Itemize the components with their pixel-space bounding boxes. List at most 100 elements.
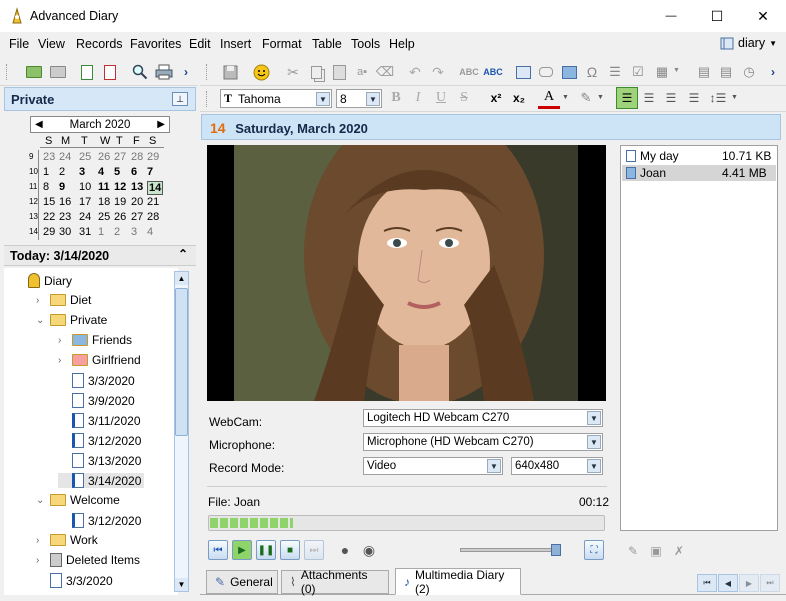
tree-item[interactable]: › Friends <box>58 333 132 347</box>
menu-view[interactable]: View <box>38 37 65 51</box>
calendar-day[interactable]: 10 <box>79 181 91 193</box>
user-menu[interactable]: diary ▼ <box>720 36 777 50</box>
menu-favorites[interactable]: Favorites <box>130 37 181 51</box>
fullscreen-button[interactable]: ⛶ <box>584 540 604 560</box>
spell-check-button[interactable]: ABC <box>458 61 480 83</box>
calendar-day[interactable]: 28 <box>131 151 143 163</box>
calendar-day[interactable]: 4 <box>147 226 153 238</box>
maximize-button[interactable]: ☐ <box>694 0 740 32</box>
calendar-day[interactable]: 9 <box>59 181 65 193</box>
auto-spell-button[interactable]: ABC <box>482 61 504 83</box>
expand-chevron-icon[interactable]: › <box>58 335 68 346</box>
calendar-day[interactable]: 27 <box>114 151 126 163</box>
bold-button[interactable]: B <box>385 87 407 109</box>
tree-item[interactable]: 3/11/2020 <box>58 413 141 428</box>
collapse-chevron-icon[interactable]: ⌄ <box>36 315 46 326</box>
delete-record-button[interactable] <box>99 61 121 83</box>
tree-item[interactable]: ⌄ Welcome <box>36 493 120 507</box>
first-record-button[interactable]: ⏮ <box>697 574 717 592</box>
calendar-day[interactable]: 3 <box>79 166 85 178</box>
font-color-dropdown-icon[interactable]: ▼ <box>562 94 569 101</box>
calendar-day[interactable]: 16 <box>59 196 71 208</box>
print-button[interactable] <box>153 61 175 83</box>
menu-edit[interactable]: Edit <box>189 37 211 51</box>
attachment-item[interactable]: My day 10.71 KB <box>622 148 776 164</box>
highlight-button[interactable]: ✎ <box>575 87 597 109</box>
calendar-day[interactable]: 24 <box>79 211 91 223</box>
next-record-button[interactable]: ▶ <box>739 574 759 592</box>
cut-button[interactable]: ✂ <box>282 61 304 83</box>
insert-time-button[interactable]: ◷ <box>738 61 760 83</box>
close-button[interactable]: ✕ <box>740 0 786 32</box>
save-button[interactable] <box>219 61 241 83</box>
align-right-button[interactable]: ☰ <box>660 87 682 109</box>
calendar-day[interactable]: 25 <box>79 151 91 163</box>
underline-button[interactable]: U <box>430 87 452 109</box>
tree-item[interactable]: › Girlfriend <box>58 353 141 367</box>
calendar-day[interactable]: 14 <box>147 181 164 195</box>
collapse-icon[interactable]: ⌃ <box>178 247 188 261</box>
tree-item[interactable]: 3/12/2020 <box>58 433 141 448</box>
calendar-day[interactable]: 28 <box>147 211 159 223</box>
calendar-day[interactable]: 23 <box>43 151 55 163</box>
calendar-day[interactable]: 6 <box>131 166 137 178</box>
menu-insert[interactable]: Insert <box>220 37 251 51</box>
attachment-item[interactable]: Joan 4.41 MB <box>622 165 776 181</box>
calendar-day[interactable]: 29 <box>43 226 55 238</box>
menu-table[interactable]: Table <box>312 37 342 51</box>
tree-item[interactable]: 3/12/2020 <box>58 513 141 528</box>
calendar-day[interactable]: 26 <box>98 151 110 163</box>
menu-records[interactable]: Records <box>76 37 123 51</box>
subscript-button[interactable]: x₂ <box>508 87 530 109</box>
resolution-select[interactable]: 640x480 ▼ <box>511 457 603 475</box>
line-spacing-button[interactable]: ↕☰ <box>707 87 729 109</box>
tree-item[interactable]: 3/3/2020 <box>36 573 113 588</box>
insert-image-button[interactable] <box>558 61 580 83</box>
align-center-button[interactable]: ☰ <box>638 87 660 109</box>
scroll-down-icon[interactable]: ▼ <box>175 578 188 591</box>
insert-line-button[interactable]: ☰ <box>604 61 626 83</box>
search-button[interactable] <box>129 61 151 83</box>
calendar-day[interactable]: 21 <box>147 196 159 208</box>
calendar-day[interactable]: 13 <box>131 181 143 193</box>
insert-date-time-button[interactable]: ▤ <box>715 61 737 83</box>
new-record-button[interactable] <box>76 61 98 83</box>
tree-item[interactable]: › Diet <box>36 293 91 307</box>
line-spacing-dropdown-icon[interactable]: ▼ <box>731 94 738 101</box>
toolbar-overflow-icon[interactable]: › <box>771 65 775 79</box>
minimize-button[interactable]: — <box>648 0 694 32</box>
calendar-day[interactable]: 12 <box>114 181 126 193</box>
insert-link-button[interactable] <box>535 61 557 83</box>
expand-chevron-icon[interactable]: › <box>36 555 46 566</box>
font-size-select[interactable]: 8 ▼ <box>336 89 382 108</box>
superscript-button[interactable]: x² <box>485 87 507 109</box>
menu-file[interactable]: File <box>9 37 29 51</box>
emoticon-button[interactable] <box>250 61 272 83</box>
copy-button[interactable] <box>305 61 327 83</box>
italic-button[interactable]: I <box>407 87 429 109</box>
toolbar-overflow-icon[interactable]: › <box>184 65 188 79</box>
calendar-day[interactable]: 7 <box>147 166 153 178</box>
stop-button[interactable]: ■ <box>280 540 300 560</box>
delete-attachment-button[interactable]: ✗ <box>668 540 690 562</box>
calendar-day[interactable]: 8 <box>43 181 49 193</box>
calendar-day[interactable]: 29 <box>147 151 159 163</box>
scroll-up-icon[interactable]: ▲ <box>175 272 188 285</box>
calendar-day[interactable]: 18 <box>98 196 110 208</box>
clear-format-button[interactable]: ⌫ <box>374 61 396 83</box>
undo-button[interactable]: ↶ <box>404 61 426 83</box>
save-attachment-button[interactable]: ▣ <box>645 540 667 562</box>
calendar-day[interactable]: 2 <box>114 226 120 238</box>
tree-item[interactable]: ⌄ Private <box>36 313 107 327</box>
tree-item[interactable]: 3/9/2020 <box>58 393 135 408</box>
skip-end-button[interactable]: ⏭ <box>304 540 324 560</box>
tab-attachments[interactable]: ⌇ Attachments (0) <box>281 568 389 596</box>
pin-button[interactable]: ⊥ <box>172 92 188 106</box>
calendar-day[interactable]: 26 <box>114 211 126 223</box>
open-folder-button[interactable] <box>23 61 45 83</box>
highlight-dropdown-icon[interactable]: ▼ <box>597 94 604 101</box>
menu-tools[interactable]: Tools <box>351 37 380 51</box>
insert-text-box-button[interactable] <box>512 61 534 83</box>
insert-table-button[interactable]: ▦ <box>651 61 673 83</box>
expand-chevron-icon[interactable]: › <box>36 535 46 546</box>
